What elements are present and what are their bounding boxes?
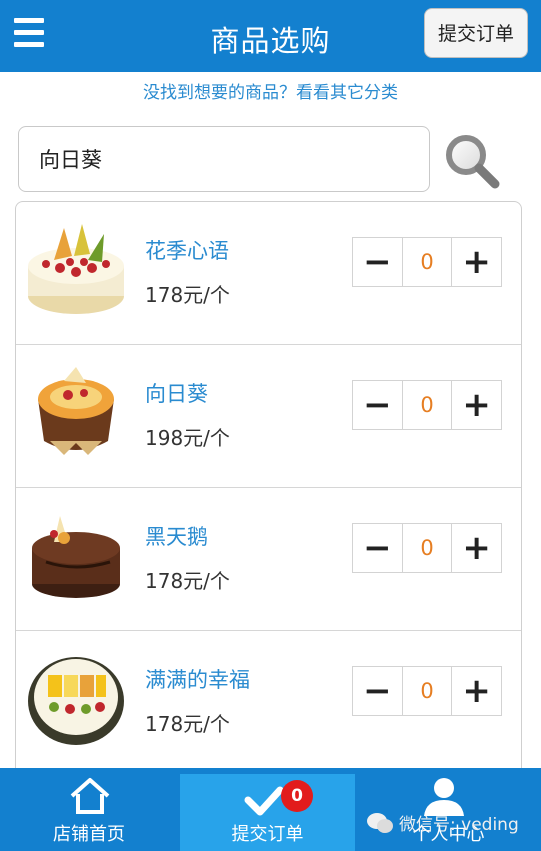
product-row: 满满的幸福 178元/个 − 0 + <box>16 631 521 774</box>
watermark: 微信号: veding <box>366 810 519 835</box>
product-image <box>24 645 128 749</box>
search-icon[interactable] <box>442 132 502 190</box>
other-categories-link[interactable]: 没找到想要的商品？看看其它分类 <box>0 78 541 103</box>
tab-home[interactable]: 店铺首页 <box>0 768 178 851</box>
product-row: 向日葵 198元/个 − 0 + <box>16 345 521 488</box>
tab-submit-order[interactable]: 提交订单 <box>180 774 355 851</box>
increase-button[interactable]: + <box>452 524 501 572</box>
wechat-icon <box>367 812 393 833</box>
watermark-text: 微信号: veding <box>399 815 519 835</box>
product-row: 花季心语 178元/个 − 0 + <box>16 202 521 345</box>
product-price: 198元/个 <box>145 426 230 450</box>
home-icon <box>70 778 110 814</box>
tab-label: 店铺首页 <box>53 824 125 845</box>
product-image <box>24 216 128 320</box>
quantity-value[interactable]: 0 <box>401 381 453 429</box>
submit-order-button[interactable]: 提交订单 <box>424 8 528 58</box>
decrease-button[interactable]: − <box>353 524 402 572</box>
quantity-stepper: − 0 + <box>352 237 502 287</box>
quantity-stepper: − 0 + <box>352 523 502 573</box>
increase-button[interactable]: + <box>452 667 501 715</box>
quantity-value[interactable]: 0 <box>401 238 453 286</box>
product-price: 178元/个 <box>145 283 230 307</box>
tab-label: 提交订单 <box>231 824 304 845</box>
product-image <box>24 359 128 463</box>
product-name[interactable]: 花季心语 <box>145 235 229 265</box>
quantity-value[interactable]: 0 <box>401 667 453 715</box>
decrease-button[interactable]: − <box>353 667 402 715</box>
product-price: 178元/个 <box>145 569 230 593</box>
product-image <box>24 502 128 606</box>
decrease-button[interactable]: − <box>353 381 402 429</box>
product-list: 花季心语 178元/个 − 0 + 向日葵 198元/个 − 0 + 黑天鹅 1… <box>15 201 522 801</box>
product-price: 178元/个 <box>145 712 230 736</box>
increase-button[interactable]: + <box>452 381 501 429</box>
quantity-value[interactable]: 0 <box>401 524 453 572</box>
decrease-button[interactable]: − <box>353 238 402 286</box>
quantity-stepper: − 0 + <box>352 380 502 430</box>
cart-count-badge: 0 <box>281 780 313 812</box>
search-input[interactable] <box>37 127 421 191</box>
check-icon <box>244 786 284 816</box>
product-name[interactable]: 向日葵 <box>145 378 208 408</box>
increase-button[interactable]: + <box>452 238 501 286</box>
quantity-stepper: − 0 + <box>352 666 502 716</box>
product-name[interactable]: 满满的幸福 <box>145 664 250 694</box>
search-field <box>18 126 430 192</box>
product-row: 黑天鹅 178元/个 − 0 + <box>16 488 521 631</box>
top-bar: 商品选购 提交订单 <box>0 0 541 72</box>
product-name[interactable]: 黑天鹅 <box>145 521 208 551</box>
